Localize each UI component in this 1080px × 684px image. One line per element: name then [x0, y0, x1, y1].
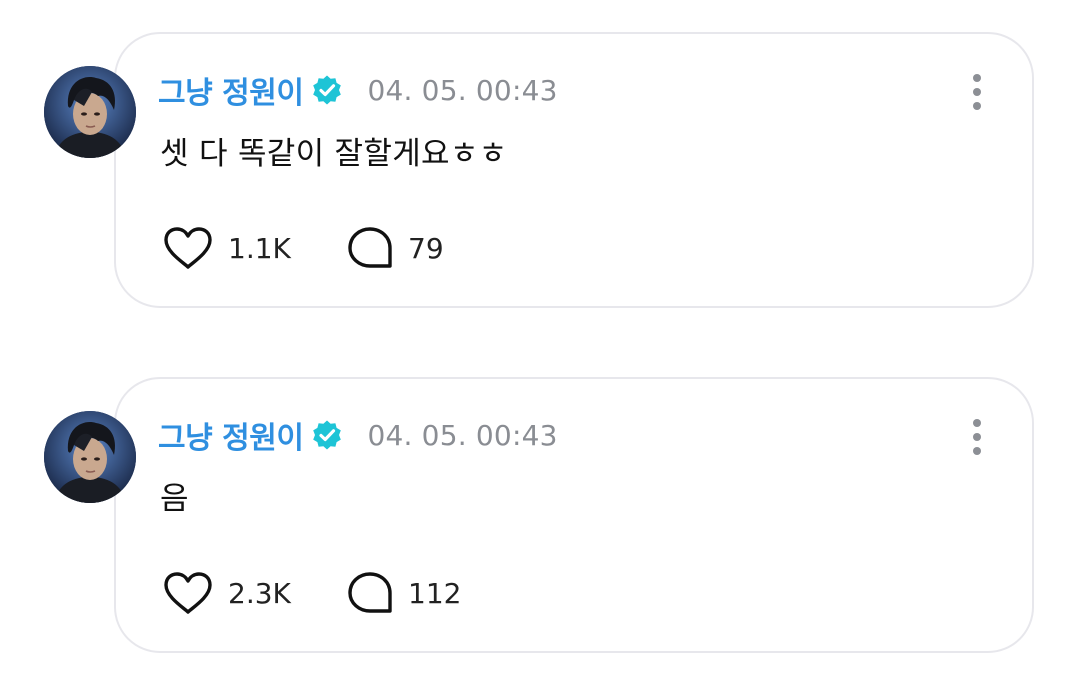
vertical-dots-icon: [973, 74, 981, 110]
author-name[interactable]: 그냥 정원이: [158, 413, 304, 457]
avatar[interactable]: [44, 66, 136, 158]
post-actions: 1.1K 79: [162, 226, 444, 270]
heart-icon: [164, 227, 212, 269]
like-count: 1.1K: [228, 231, 291, 265]
author-name[interactable]: 그냥 정원이: [158, 68, 304, 112]
post-timestamp: 04. 05. 00:43: [367, 418, 558, 452]
speech-bubble-icon: [348, 572, 392, 613]
post-actions: 2.3K 112: [162, 571, 461, 615]
comment-button[interactable]: 79: [346, 225, 444, 271]
like-count: 2.3K: [228, 576, 291, 610]
like-button[interactable]: 2.3K: [162, 570, 346, 616]
post-timestamp: 04. 05. 00:43: [367, 73, 558, 107]
comment-button[interactable]: 112: [346, 570, 461, 616]
verified-badge-icon: [311, 74, 343, 106]
comment-count: 112: [408, 576, 462, 610]
post-feed: 그냥 정원이 04. 05. 00:43 셋 다 똑같이 잘할게요ㅎㅎ 1.1K…: [0, 0, 1080, 684]
post-content: 음: [160, 481, 189, 517]
avatar[interactable]: [44, 411, 136, 503]
post-item: 그냥 정원이 04. 05. 00:43 음 2.3K 112: [0, 377, 1080, 653]
like-button[interactable]: 1.1K: [162, 225, 346, 271]
speech-bubble-icon: [348, 227, 392, 268]
verified-badge-icon: [311, 419, 343, 451]
post-item: 그냥 정원이 04. 05. 00:43 셋 다 똑같이 잘할게요ㅎㅎ 1.1K…: [0, 32, 1080, 308]
post-header: 그냥 정원이 04. 05. 00:43: [158, 413, 558, 457]
comment-count: 79: [408, 231, 444, 265]
more-options-button[interactable]: [962, 72, 992, 112]
vertical-dots-icon: [973, 419, 981, 455]
post-header: 그냥 정원이 04. 05. 00:43: [158, 68, 558, 112]
heart-icon: [164, 572, 212, 614]
more-options-button[interactable]: [962, 417, 992, 457]
post-content: 셋 다 똑같이 잘할게요ㅎㅎ: [160, 136, 508, 172]
